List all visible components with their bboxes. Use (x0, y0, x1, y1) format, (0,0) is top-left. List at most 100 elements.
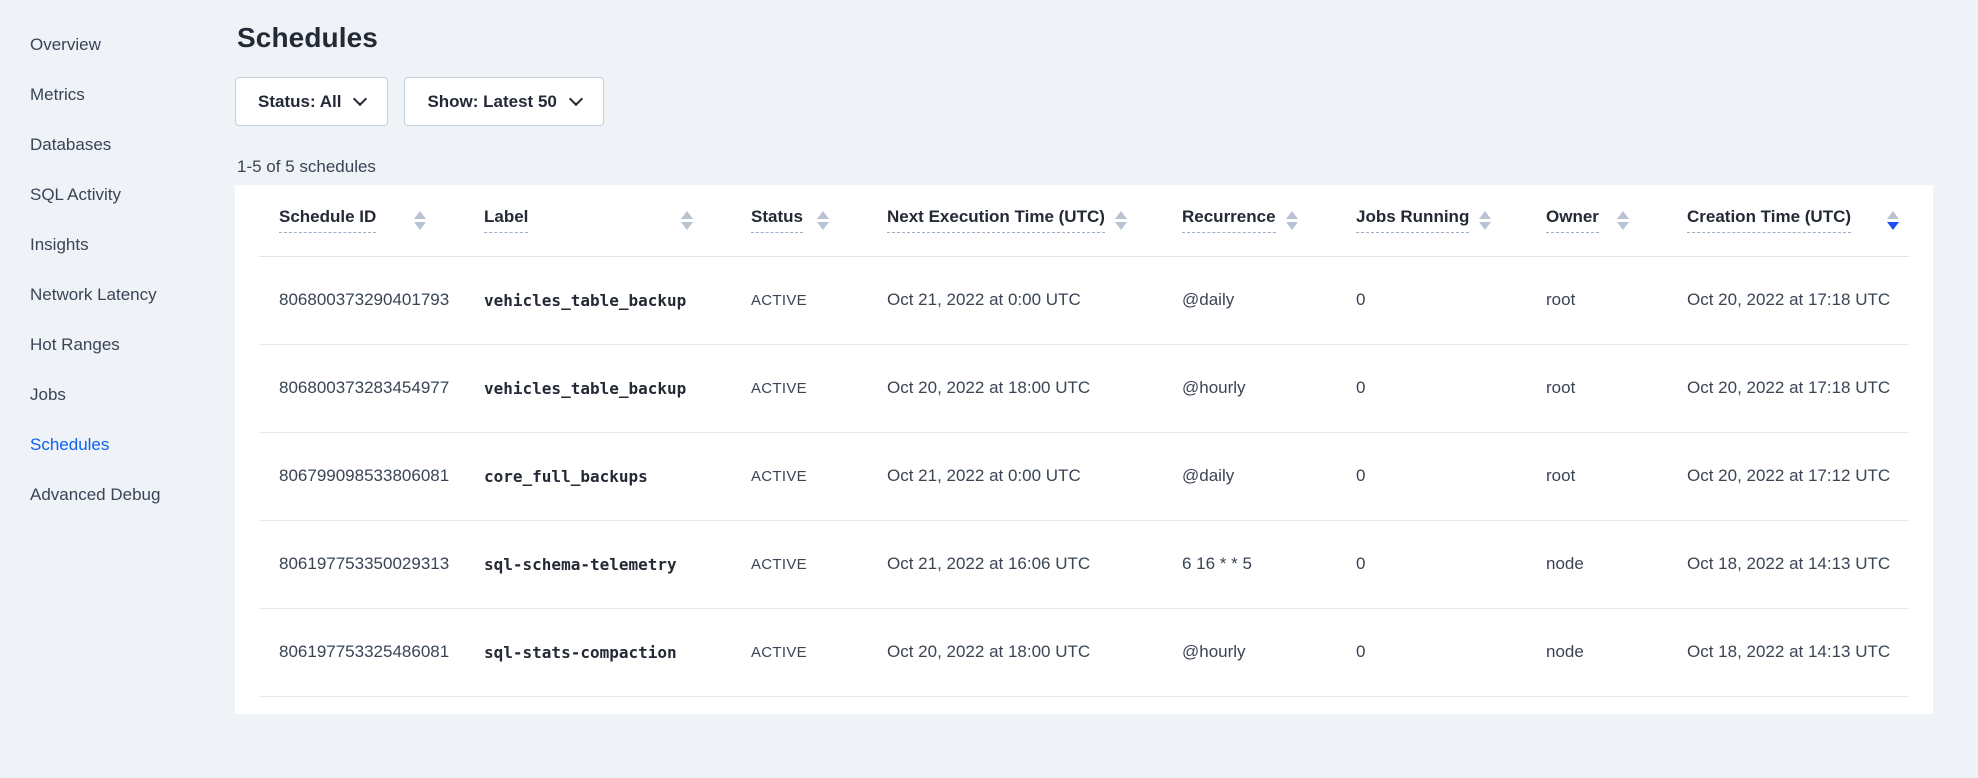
column-header-owner[interactable]: Owner (1526, 185, 1667, 256)
cell-recurrence: @hourly (1162, 344, 1336, 432)
column-header-label[interactable]: Next Execution Time (UTC) (887, 207, 1105, 233)
show-filter-dropdown[interactable]: Show: Latest 50 (404, 77, 603, 126)
column-header-label[interactable]: Jobs Running (1356, 207, 1469, 233)
sort-arrow-down-icon (1479, 222, 1491, 230)
sort-arrow-up-icon (1617, 211, 1629, 219)
sidebar-item-databases[interactable]: Databases (0, 120, 235, 170)
table-row: 806800373290401793 vehicles_table_backup… (259, 256, 1909, 344)
sort-arrow-up-icon (1479, 211, 1491, 219)
cell-creation-time: Oct 18, 2022 at 14:13 UTC (1667, 520, 1909, 608)
sort-arrow-down-icon (1887, 222, 1899, 230)
cell-jobs-running: 0 (1336, 520, 1526, 608)
sidebar-item-label: Network Latency (30, 285, 157, 305)
sort-icon[interactable] (1115, 211, 1127, 230)
cell-next-execution-time: Oct 20, 2022 at 18:00 UTC (867, 608, 1162, 696)
cell-creation-time: Oct 20, 2022 at 17:12 UTC (1667, 432, 1909, 520)
sort-arrow-down-icon (414, 222, 426, 230)
cell-status: ACTIVE (731, 256, 867, 344)
cell-schedule-id: 806197753325486081 (259, 608, 464, 696)
cell-label: sql-schema-telemetry (464, 520, 731, 608)
cell-label: sql-stats-compaction (464, 608, 731, 696)
cell-creation-time: Oct 18, 2022 at 14:13 UTC (1667, 608, 1909, 696)
status-filter-label: Status: All (258, 92, 341, 112)
cell-jobs-running: 0 (1336, 432, 1526, 520)
table-row: 806197753350029313 sql-schema-telemetry … (259, 520, 1909, 608)
sort-arrow-down-icon (817, 222, 829, 230)
cell-schedule-id: 806800373290401793 (259, 256, 464, 344)
sidebar-item-insights[interactable]: Insights (0, 220, 235, 270)
column-header-recurrence[interactable]: Recurrence (1162, 185, 1336, 256)
sidebar-item-hot-ranges[interactable]: Hot Ranges (0, 320, 235, 370)
column-header-jobs-running[interactable]: Jobs Running (1336, 185, 1526, 256)
cell-recurrence: @daily (1162, 256, 1336, 344)
cell-owner: node (1526, 520, 1667, 608)
show-filter-label: Show: Latest 50 (427, 92, 556, 112)
sidebar-item-advanced-debug[interactable]: Advanced Debug (0, 470, 235, 520)
cell-owner: root (1526, 432, 1667, 520)
sidebar-item-schedules[interactable]: Schedules (0, 420, 235, 470)
column-header-schedule-id[interactable]: Schedule ID (259, 185, 464, 256)
sort-arrow-down-icon (1286, 222, 1298, 230)
sort-icon[interactable] (1617, 211, 1629, 230)
cell-status: ACTIVE (731, 520, 867, 608)
column-header-label[interactable]: Creation Time (UTC) (1687, 207, 1851, 233)
cell-jobs-running: 0 (1336, 344, 1526, 432)
table-row: 806800373283454977 vehicles_table_backup… (259, 344, 1909, 432)
sort-arrow-up-icon (1887, 211, 1899, 219)
column-header-label[interactable]: Label (464, 185, 731, 256)
cell-recurrence: 6 16 * * 5 (1162, 520, 1336, 608)
sort-icon[interactable] (681, 211, 693, 230)
sort-icon[interactable] (1887, 211, 1899, 230)
sidebar-nav: Overview Metrics Databases SQL Activity … (0, 0, 235, 778)
column-header-next-execution-time-utc-[interactable]: Next Execution Time (UTC) (867, 185, 1162, 256)
cell-jobs-running: 0 (1336, 608, 1526, 696)
sidebar-item-label: Jobs (30, 385, 66, 405)
column-header-label[interactable]: Schedule ID (279, 207, 376, 233)
sort-arrow-down-icon (1115, 222, 1127, 230)
sort-icon[interactable] (817, 211, 829, 230)
sidebar-item-metrics[interactable]: Metrics (0, 70, 235, 120)
chevron-down-icon (353, 92, 367, 106)
cell-status: ACTIVE (731, 432, 867, 520)
sidebar-item-sql-activity[interactable]: SQL Activity (0, 170, 235, 220)
sort-arrow-up-icon (1115, 211, 1127, 219)
sidebar-item-network-latency[interactable]: Network Latency (0, 270, 235, 320)
status-filter-dropdown[interactable]: Status: All (235, 77, 388, 126)
sidebar-item-label: Hot Ranges (30, 335, 120, 355)
sidebar-item-overview[interactable]: Overview (0, 20, 235, 70)
sidebar-item-label: SQL Activity (30, 185, 121, 205)
cell-next-execution-time: Oct 21, 2022 at 0:00 UTC (867, 432, 1162, 520)
sidebar-item-label: Schedules (30, 435, 109, 455)
sidebar-item-label: Insights (30, 235, 89, 255)
sidebar-item-label: Overview (30, 35, 101, 55)
page-title: Schedules (237, 22, 1933, 54)
cell-next-execution-time: Oct 20, 2022 at 18:00 UTC (867, 344, 1162, 432)
column-header-label[interactable]: Status (751, 207, 803, 233)
cell-next-execution-time: Oct 21, 2022 at 16:06 UTC (867, 520, 1162, 608)
cell-creation-time: Oct 20, 2022 at 17:18 UTC (1667, 256, 1909, 344)
column-header-creation-time-utc-[interactable]: Creation Time (UTC) (1667, 185, 1909, 256)
cell-recurrence: @hourly (1162, 608, 1336, 696)
cell-status: ACTIVE (731, 608, 867, 696)
sort-arrow-up-icon (1286, 211, 1298, 219)
cell-recurrence: @daily (1162, 432, 1336, 520)
sidebar-item-label: Databases (30, 135, 111, 155)
sidebar-item-jobs[interactable]: Jobs (0, 370, 235, 420)
cell-schedule-id: 806197753350029313 (259, 520, 464, 608)
schedules-table: Schedule ID Label Status Next Execu (259, 185, 1909, 697)
sort-arrow-up-icon (414, 211, 426, 219)
sort-arrow-up-icon (817, 211, 829, 219)
cell-next-execution-time: Oct 21, 2022 at 0:00 UTC (867, 256, 1162, 344)
sort-icon[interactable] (1479, 211, 1491, 230)
column-header-label[interactable]: Recurrence (1182, 207, 1276, 233)
sort-icon[interactable] (1286, 211, 1298, 230)
results-summary: 1-5 of 5 schedules (237, 157, 1933, 177)
sidebar-item-label: Metrics (30, 85, 85, 105)
column-header-label[interactable]: Owner (1546, 207, 1599, 233)
sort-arrow-down-icon (1617, 222, 1629, 230)
sort-icon[interactable] (414, 211, 426, 230)
column-header-status[interactable]: Status (731, 185, 867, 256)
column-header-label[interactable]: Label (484, 207, 528, 233)
cell-status: ACTIVE (731, 344, 867, 432)
table-row: 806197753325486081 sql-stats-compaction … (259, 608, 1909, 696)
